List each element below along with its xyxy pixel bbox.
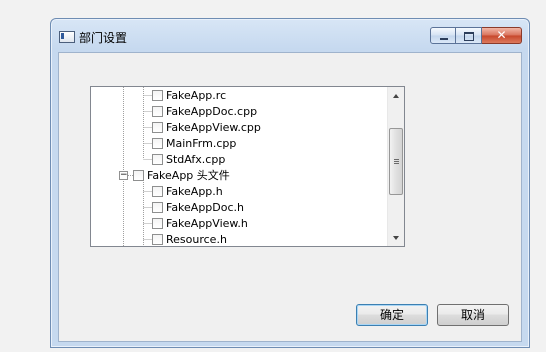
dialog-window: 部门设置 ✕ FakeApp.rc FakeAppDoc.cpp FakeApp… xyxy=(50,18,530,348)
tree-item-label: FakeAppDoc.h xyxy=(166,200,245,214)
minimize-icon xyxy=(440,38,448,40)
tree-item-checkbox[interactable] xyxy=(133,169,144,181)
tree-item[interactable]: Resource.h xyxy=(152,231,227,246)
close-icon: ✕ xyxy=(496,28,507,42)
tree-item-label: FakeApp.rc xyxy=(166,88,227,102)
grip-icon xyxy=(394,159,399,164)
tree-item[interactable]: FakeAppView.h xyxy=(152,215,248,231)
minimize-button[interactable] xyxy=(430,27,456,44)
tree-item[interactable]: FakeAppView.cpp xyxy=(152,119,261,135)
tree-item[interactable]: FakeApp.rc xyxy=(152,87,226,103)
tree-item-checkbox[interactable] xyxy=(152,201,163,213)
tree-item-label: MainFrm.cpp xyxy=(166,136,237,150)
tree-item-checkbox[interactable] xyxy=(152,121,163,133)
tree-item-checkbox[interactable] xyxy=(152,153,163,165)
tree-folder-label: FakeApp 头文件 xyxy=(147,169,230,182)
tree-item[interactable]: MainFrm.cpp xyxy=(152,135,236,151)
chevron-down-icon xyxy=(393,235,399,240)
maximize-button[interactable] xyxy=(456,27,482,44)
tree-collapse-toggle[interactable]: − xyxy=(119,171,128,180)
tree-item[interactable]: FakeApp.h xyxy=(152,183,223,199)
tree-item-label: Resource.h xyxy=(166,232,227,246)
vertical-scrollbar[interactable] xyxy=(387,87,404,246)
tree-item[interactable]: FakeAppDoc.h xyxy=(152,199,244,215)
tree-item[interactable]: StdAfx.cpp xyxy=(152,151,225,167)
tree-item-label: FakeAppView.cpp xyxy=(166,120,261,134)
title-bar[interactable]: 部门设置 ✕ xyxy=(51,19,529,51)
chevron-up-icon xyxy=(393,93,399,98)
window-title: 部门设置 xyxy=(79,31,128,45)
tree-item-label: FakeAppDoc.cpp xyxy=(166,104,258,118)
maximize-icon xyxy=(464,32,474,41)
tree-item-checkbox[interactable] xyxy=(152,137,163,149)
tree-item[interactable]: FakeAppDoc.cpp xyxy=(152,103,257,119)
tree-item-label: FakeApp.h xyxy=(166,184,223,198)
ok-button[interactable]: 确定 xyxy=(356,304,428,326)
app-window-icon xyxy=(59,31,75,43)
tree-item-label: FakeAppView.h xyxy=(166,216,248,230)
tree-item-checkbox[interactable] xyxy=(152,217,163,229)
scroll-down-button[interactable] xyxy=(388,229,404,246)
tree-item-checkbox[interactable] xyxy=(152,233,163,245)
tree-item-checkbox[interactable] xyxy=(152,89,163,101)
close-button[interactable]: ✕ xyxy=(482,27,522,44)
tree-item-label: StdAfx.cpp xyxy=(166,152,226,166)
scrollbar-thumb[interactable] xyxy=(389,128,403,195)
tree-folder-item[interactable]: FakeApp 头文件 xyxy=(133,167,230,183)
file-tree-view[interactable]: FakeApp.rc FakeAppDoc.cpp FakeAppView.cp… xyxy=(90,86,405,247)
cancel-button[interactable]: 取消 xyxy=(437,304,509,326)
scroll-up-button[interactable] xyxy=(388,87,404,104)
tree-item-checkbox[interactable] xyxy=(152,185,163,197)
tree-item-checkbox[interactable] xyxy=(152,105,163,117)
dialog-client-area: FakeApp.rc FakeAppDoc.cpp FakeAppView.cp… xyxy=(58,52,522,342)
caption-buttons: ✕ xyxy=(430,27,522,45)
